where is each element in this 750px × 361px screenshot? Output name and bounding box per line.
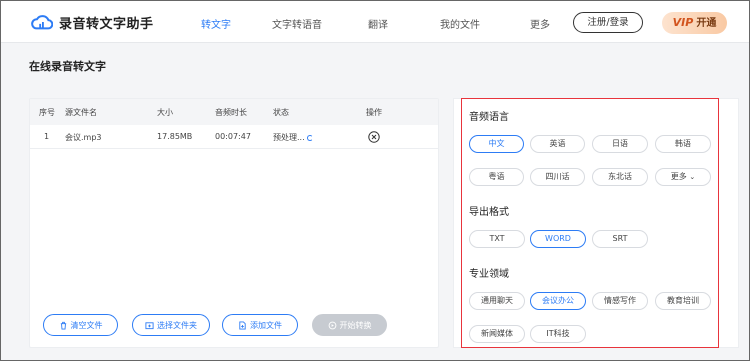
add-file-icon bbox=[239, 320, 246, 330]
nav-more[interactable]: 更多 bbox=[530, 16, 550, 31]
convert-icon bbox=[328, 321, 336, 329]
highlight-box bbox=[461, 98, 719, 348]
row-status: 预处理... bbox=[273, 132, 313, 143]
nav-text-to-speech[interactable]: 文字转语音 bbox=[272, 16, 322, 31]
delete-circle-icon[interactable] bbox=[368, 131, 380, 143]
file-list-panel: 序号 源文件名 大小 音频时长 状态 操作 1 会议.mp3 17.85MB 0… bbox=[29, 98, 439, 348]
row-size: 17.85MB bbox=[157, 132, 193, 141]
row-index: 1 bbox=[44, 132, 50, 141]
app-logo[interactable]: 录音转文字助手 bbox=[31, 12, 154, 32]
header-duration: 音频时长 bbox=[215, 108, 247, 117]
trash-icon bbox=[60, 321, 66, 330]
table-row: 1 会议.mp3 17.85MB 00:07:47 预处理... bbox=[30, 125, 438, 149]
choose-folder-button[interactable]: 选择文件夹 bbox=[132, 314, 210, 336]
folder-icon bbox=[145, 321, 154, 329]
register-login-button[interactable]: 注册/登录 bbox=[573, 12, 643, 33]
add-file-button[interactable]: 添加文件 bbox=[222, 314, 298, 336]
table-header: 序号 源文件名 大小 音频时长 状态 操作 bbox=[30, 99, 438, 125]
row-status-text: 预处理... bbox=[273, 133, 305, 142]
vip-badge: VIP bbox=[672, 16, 694, 29]
header-status: 状态 bbox=[273, 108, 289, 117]
start-convert-button[interactable]: 开始转换 bbox=[312, 314, 387, 336]
choose-folder-label: 选择文件夹 bbox=[157, 320, 197, 330]
header-index: 序号 bbox=[39, 108, 55, 117]
cloud-logo-icon bbox=[31, 15, 53, 30]
header-action: 操作 bbox=[366, 108, 382, 117]
vip-open-button[interactable]: VIP 开通 bbox=[662, 12, 727, 34]
top-navigation-bar: 录音转文字助手 转文字 文字转语音 翻译 我的文件 更多 注册/登录 VIP 开通 bbox=[1, 1, 749, 43]
nav-translate[interactable]: 翻译 bbox=[368, 16, 388, 31]
nav-my-files[interactable]: 我的文件 bbox=[440, 16, 480, 31]
row-duration: 00:07:47 bbox=[215, 132, 251, 141]
header-size: 大小 bbox=[157, 108, 173, 117]
header-filename: 源文件名 bbox=[65, 108, 97, 117]
row-filename: 会议.mp3 bbox=[65, 133, 102, 142]
nav-speech-to-text[interactable]: 转文字 bbox=[201, 16, 231, 31]
loading-spinner-icon bbox=[306, 135, 313, 141]
app-name: 录音转文字助手 bbox=[59, 16, 154, 32]
clear-files-label: 清空文件 bbox=[70, 320, 103, 330]
clear-files-button[interactable]: 清空文件 bbox=[43, 314, 118, 336]
page-title: 在线录音转文字 bbox=[29, 60, 106, 73]
add-file-label: 添加文件 bbox=[250, 320, 282, 330]
vip-open-label: 开通 bbox=[696, 18, 717, 29]
start-convert-label: 开始转换 bbox=[339, 320, 372, 330]
